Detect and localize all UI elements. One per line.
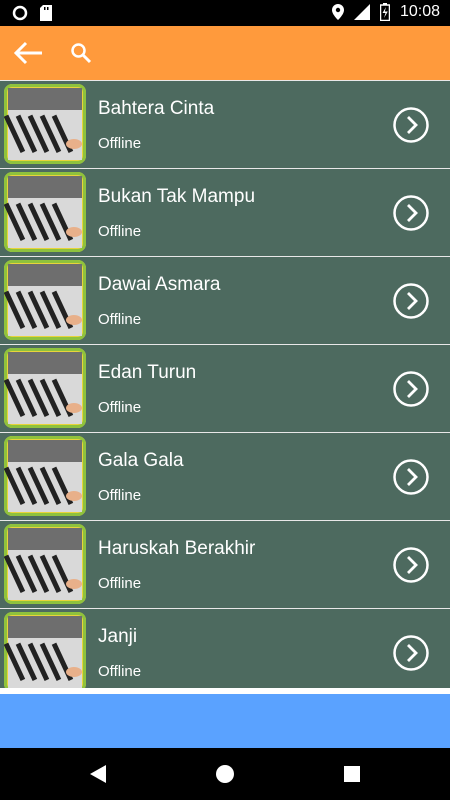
song-title: Edan Turun bbox=[98, 362, 197, 383]
home-circle-icon[interactable] bbox=[213, 762, 237, 786]
song-title: Gala Gala bbox=[98, 450, 184, 471]
song-status: Offline bbox=[98, 399, 142, 416]
battery-charging-icon bbox=[379, 3, 390, 21]
song-list-item[interactable]: Edan Turun Offline bbox=[0, 344, 450, 432]
status-bar: 10:08 bbox=[0, 0, 450, 26]
song-status: Offline bbox=[98, 663, 142, 680]
song-status: Offline bbox=[98, 575, 142, 592]
chevron-right-circle-icon[interactable] bbox=[392, 106, 430, 144]
ad-banner[interactable] bbox=[0, 694, 450, 748]
chevron-right-circle-icon[interactable] bbox=[392, 282, 430, 320]
song-list-item[interactable]: Janji Offline bbox=[0, 608, 450, 688]
chevron-right-circle-icon[interactable] bbox=[392, 458, 430, 496]
piano-thumbnail bbox=[4, 436, 86, 516]
song-title: Bukan Tak Mampu bbox=[98, 186, 256, 207]
song-list-item[interactable]: Dawai Asmara Offline bbox=[0, 256, 450, 344]
song-status: Offline bbox=[98, 311, 142, 328]
chevron-right-circle-icon[interactable] bbox=[392, 370, 430, 408]
search-icon[interactable] bbox=[70, 42, 92, 64]
circle-notification-icon bbox=[12, 5, 28, 21]
chevron-right-circle-icon[interactable] bbox=[392, 634, 430, 672]
song-list-item[interactable]: Bukan Tak Mampu Offline bbox=[0, 168, 450, 256]
piano-thumbnail bbox=[4, 84, 86, 164]
song-list-item[interactable]: Gala Gala Offline bbox=[0, 432, 450, 520]
song-title: Bahtera Cinta bbox=[98, 98, 215, 119]
piano-thumbnail bbox=[4, 348, 86, 428]
signal-icon bbox=[353, 4, 370, 20]
app-bar bbox=[0, 26, 450, 80]
recents-square-icon[interactable] bbox=[340, 762, 364, 786]
song-title: Janji bbox=[98, 626, 138, 647]
song-status: Offline bbox=[98, 135, 142, 152]
piano-thumbnail bbox=[4, 612, 86, 688]
back-triangle-icon[interactable] bbox=[86, 762, 110, 786]
chevron-right-circle-icon[interactable] bbox=[392, 546, 430, 584]
piano-thumbnail bbox=[4, 172, 86, 252]
status-time: 10:08 bbox=[399, 3, 440, 20]
song-title: Haruskah Berakhir bbox=[98, 538, 256, 559]
chevron-right-circle-icon[interactable] bbox=[392, 194, 430, 232]
location-icon bbox=[331, 4, 344, 20]
song-list-item[interactable]: Bahtera Cinta Offline bbox=[0, 80, 450, 168]
song-status: Offline bbox=[98, 223, 142, 240]
piano-thumbnail bbox=[4, 260, 86, 340]
song-list: Bahtera Cinta Offline Bukan Tak Mampu Of… bbox=[0, 80, 450, 688]
song-list-item[interactable]: Haruskah Berakhir Offline bbox=[0, 520, 450, 608]
song-title: Dawai Asmara bbox=[98, 274, 221, 295]
arrow-left-icon[interactable] bbox=[12, 38, 44, 68]
navigation-bar bbox=[0, 748, 450, 800]
sd-card-icon bbox=[40, 5, 52, 21]
song-status: Offline bbox=[98, 487, 142, 504]
piano-thumbnail bbox=[4, 524, 86, 604]
